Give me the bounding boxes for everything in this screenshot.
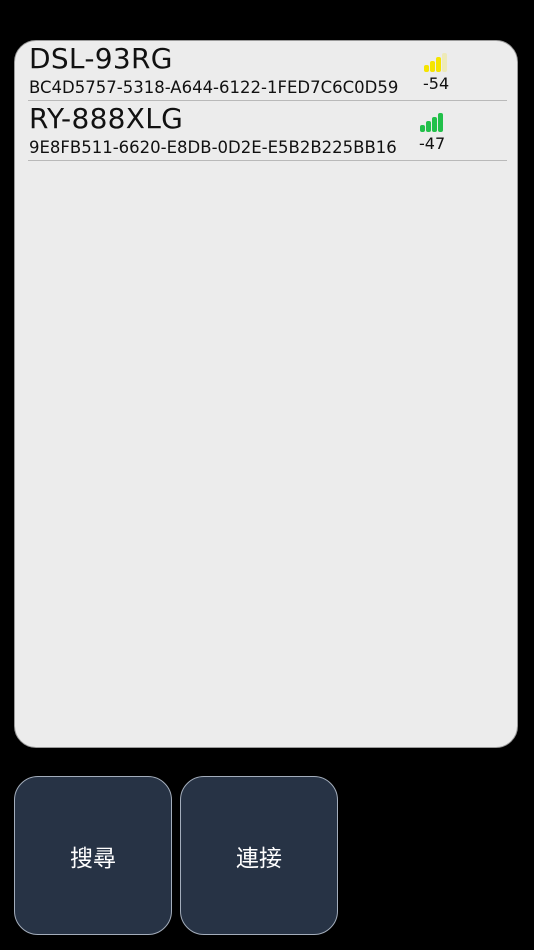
signal-bar <box>430 61 435 72</box>
signal-strength-icon <box>420 110 444 132</box>
connect-button[interactable]: 連接 <box>180 776 338 935</box>
signal-bar <box>432 117 437 132</box>
device-name: DSL-93RG <box>29 42 173 75</box>
device-name: RY-888XLG <box>29 102 184 135</box>
device-rssi: -47 <box>419 134 446 153</box>
device-rssi: -54 <box>423 74 450 93</box>
signal-bar <box>424 65 429 72</box>
signal-bar <box>420 125 425 132</box>
connect-button-label: 連接 <box>236 845 282 872</box>
device-uuid: BC4D5757-5318-A644-6122-1FED7C6C0D59 <box>29 78 399 97</box>
device-row[interactable]: RY-888XLG 9E8FB511-6620-E8DB-0D2E-E5B2B2… <box>28 101 507 161</box>
signal-bar <box>442 53 447 72</box>
device-list[interactable]: DSL-93RG BC4D5757-5318-A644-6122-1FED7C6… <box>14 40 518 748</box>
device-row[interactable]: DSL-93RG BC4D5757-5318-A644-6122-1FED7C6… <box>28 41 507 101</box>
signal-bar <box>436 57 441 72</box>
device-uuid: 9E8FB511-6620-E8DB-0D2E-E5B2B225BB16 <box>29 138 397 157</box>
search-button-label: 搜尋 <box>70 845 116 872</box>
search-button[interactable]: 搜尋 <box>14 776 172 935</box>
signal-strength-icon <box>424 50 448 72</box>
signal-bar <box>438 113 443 132</box>
signal-bar <box>426 121 431 132</box>
